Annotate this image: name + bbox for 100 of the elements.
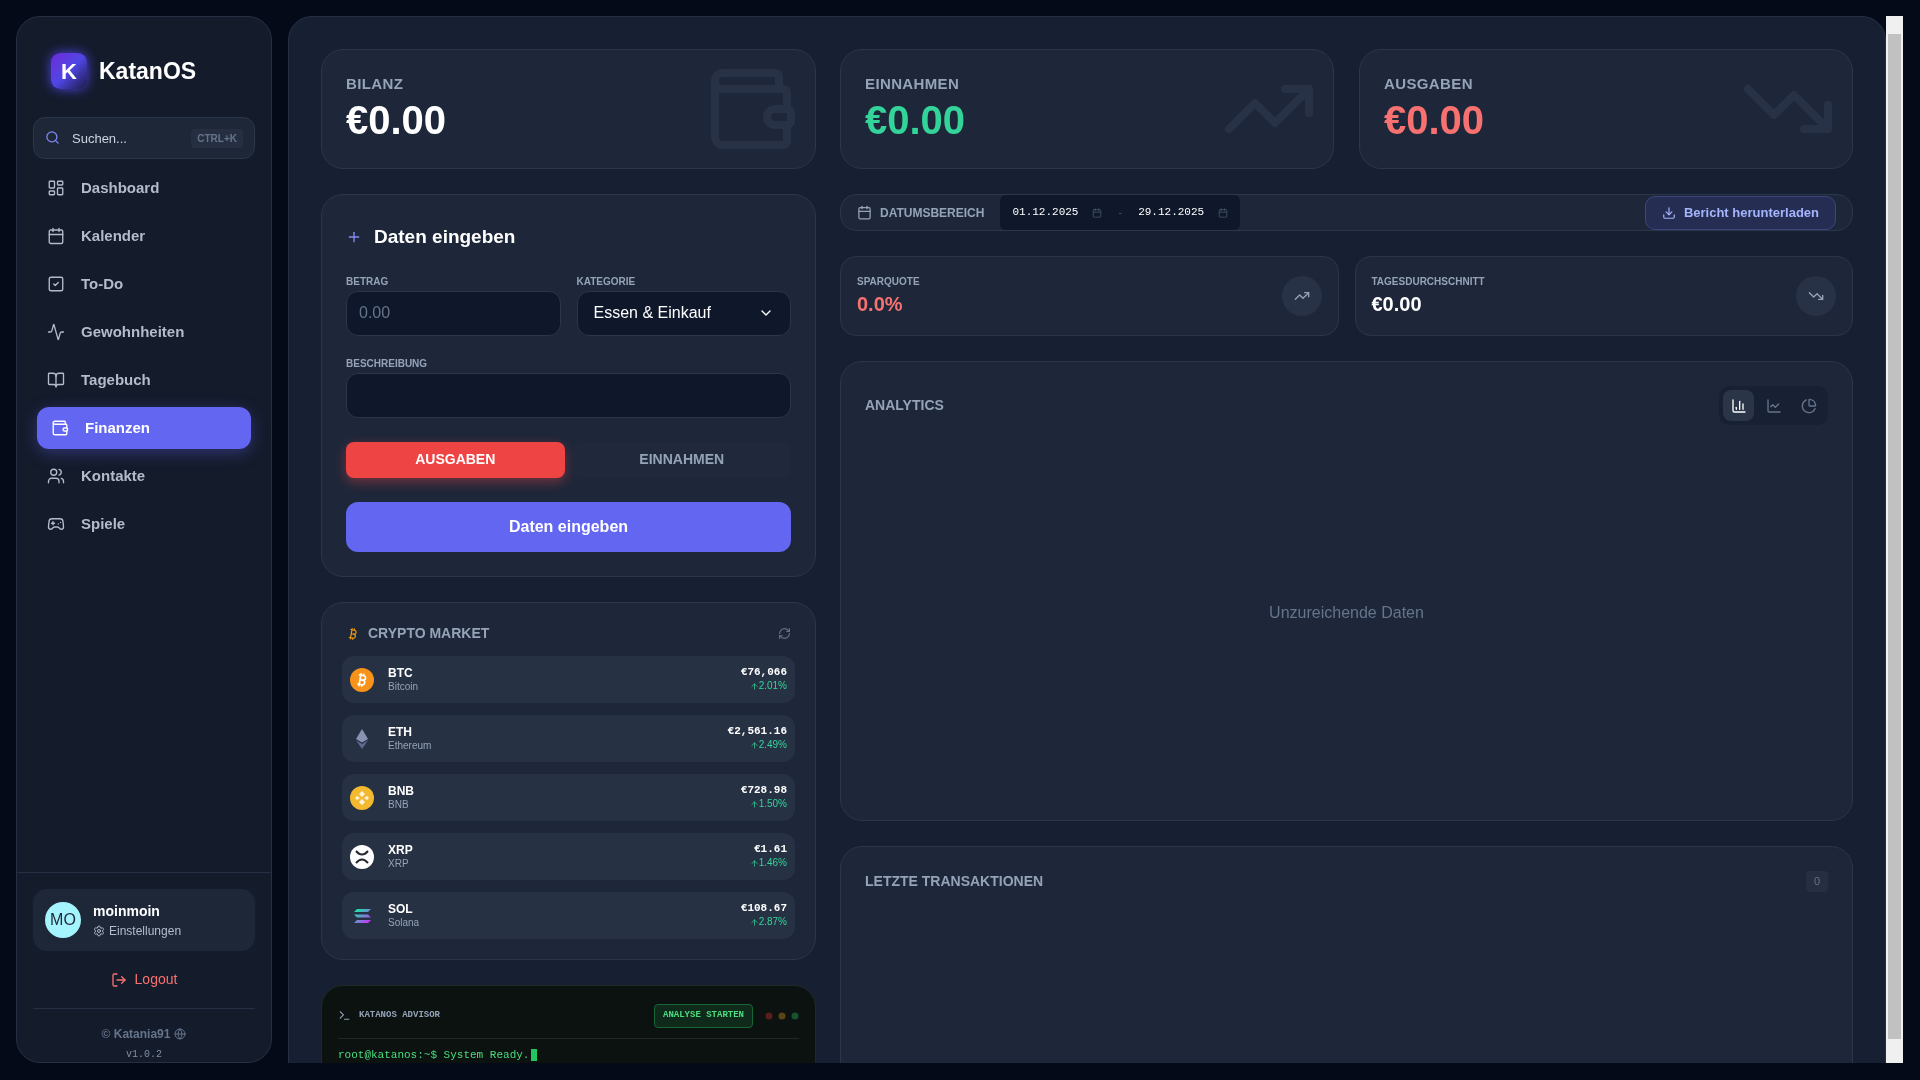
coin-price: €2,561.16 [727, 725, 787, 740]
terminal-icon [338, 1009, 351, 1023]
coin-change: 2.49% [749, 739, 787, 752]
date-field[interactable]: 01.12.2025 [1012, 204, 1103, 221]
coin-row[interactable]: SOL Solana €108.67 2.87% [342, 892, 795, 939]
card-label: BILANZ [346, 73, 405, 94]
empty-state-text: Unzureichende Daten [1269, 602, 1424, 623]
card-label: EINNAHMEN [865, 73, 961, 94]
coin-price: €76,066 [740, 666, 787, 681]
shortcut-hint: CTRL+K [191, 129, 243, 148]
window-dots-icon [765, 1011, 799, 1020]
date-separator: - [1118, 205, 1123, 221]
bitcoin-icon [346, 626, 360, 641]
download-report-button[interactable]: Bericht herunterladen [1644, 195, 1836, 230]
nav-item[interactable]: Gewohnheiten [37, 311, 251, 353]
refresh-button[interactable] [778, 627, 791, 640]
bar-chart-icon[interactable] [1723, 390, 1754, 421]
coin-symbol: SOL [388, 901, 414, 917]
coin-row[interactable]: BNB BNB €728.98 1.50% [342, 774, 795, 821]
coin-name: Bitcoin [388, 680, 419, 694]
coin-icon [350, 667, 374, 692]
analyse-button[interactable]: ANALYSE STARTEN [654, 1004, 753, 1028]
calendar-icon [47, 227, 65, 245]
nav-item[interactable]: Kalender [37, 215, 251, 257]
date-range-label: DATUMSBEREICH [880, 204, 985, 222]
type-toggle[interactable]: AUSGABEN [346, 441, 565, 478]
count-badge: 0 [1805, 871, 1828, 892]
coin-price: €728.98 [740, 784, 787, 799]
coin-name: XRP [388, 857, 410, 871]
amount-field[interactable]: 0.00 [346, 290, 561, 336]
app-name: KatanOS [99, 56, 197, 86]
field-label: BESCHREIBUNG [346, 356, 429, 371]
settings-icon [93, 924, 105, 937]
stat-value: 0.0% [857, 291, 904, 317]
gamepad-icon [47, 515, 65, 533]
analytics-title: ANALYTICS [865, 396, 944, 415]
logout-icon [110, 971, 127, 988]
nav-item[interactable]: Dashboard [37, 167, 251, 209]
nav-item[interactable]: Spiele [37, 503, 251, 545]
description-field[interactable] [346, 372, 791, 418]
crypto-title: CRYPTO MARKET [368, 624, 490, 643]
grid-icon [47, 179, 65, 197]
trend-down-icon [1796, 276, 1836, 316]
coin-change: 1.50% [749, 798, 787, 811]
transactions-title: LETZTE TRANSAKTIONEN [865, 872, 1044, 891]
terminal-title: KATANOS ADVISOR [359, 1009, 440, 1022]
user-card[interactable]: MO moinmoin Einstellungen [33, 889, 255, 951]
coin-name: Solana [388, 916, 421, 930]
version-text: v1.0.2 [126, 1048, 162, 1062]
nav-item[interactable]: Finanzen [37, 407, 251, 449]
calendar-icon [1218, 207, 1229, 218]
coin-symbol: XRP [388, 842, 414, 858]
date-field[interactable]: 29.12.2025 [1138, 204, 1229, 221]
coin-icon [350, 785, 374, 810]
pulse-icon [47, 323, 65, 341]
settings-link[interactable]: Einstellungen [93, 921, 182, 940]
form-title: Daten eingeben [374, 225, 516, 249]
nav-item[interactable]: Tagebuch [37, 359, 251, 401]
coin-name: Ethereum [388, 739, 433, 753]
trend-up-icon [1281, 276, 1322, 316]
search-icon [45, 130, 60, 145]
category-select[interactable]: Essen & Einkauf [576, 290, 791, 336]
coin-change: 2.87% [749, 916, 787, 929]
terminal-line: root@katanos:~$ System Ready. [338, 1047, 530, 1063]
submit-button[interactable]: Daten eingeben [346, 501, 791, 552]
wallet-icon [51, 419, 69, 437]
app-logo: K [51, 53, 87, 89]
refresh-icon [778, 627, 791, 640]
coin-row[interactable]: BTC Bitcoin €76,066 2.01% [342, 656, 795, 703]
nav-item[interactable]: Kontakte [37, 455, 251, 497]
field-label: KATEGORIE [576, 274, 637, 289]
coin-price: €1.61 [754, 843, 787, 858]
card-value: €0.00 [346, 97, 448, 145]
globe-icon [174, 1028, 187, 1040]
scrollbar[interactable] [1886, 16, 1903, 1063]
checkbox-icon [47, 275, 65, 293]
user-avatar: MO [45, 902, 81, 938]
coin-symbol: BTC [388, 665, 414, 681]
stat-label: TAGESDURCHSCHNITT [1371, 274, 1486, 289]
stat-label: SPARQUOTE [857, 274, 921, 289]
coin-row[interactable]: XRP XRP €1.61 1.46% [342, 833, 795, 880]
coin-icon [350, 844, 374, 869]
coin-symbol: ETH [388, 724, 413, 740]
card-value: €0.00 [865, 97, 967, 145]
users-icon [47, 467, 65, 485]
card-value: €0.00 [1384, 97, 1486, 145]
stat-value: €0.00 [1371, 291, 1423, 317]
nav-item[interactable]: To-Do [37, 263, 251, 305]
logout-button[interactable]: Logout [110, 969, 178, 990]
coin-row[interactable]: ETH Ethereum €2,561.16 2.49% [342, 715, 795, 762]
download-icon [1661, 205, 1676, 220]
coin-change: 2.01% [749, 680, 787, 693]
coin-symbol: BNB [388, 783, 415, 799]
coin-name: BNB [388, 798, 410, 812]
card-label: AUSGABEN [1384, 73, 1474, 94]
field-label: BETRAG [346, 274, 390, 289]
cursor-icon [531, 1048, 538, 1061]
calendar-icon [857, 205, 872, 220]
calendar-icon [1092, 207, 1103, 218]
credit-text: © Katania91 [101, 1025, 187, 1043]
